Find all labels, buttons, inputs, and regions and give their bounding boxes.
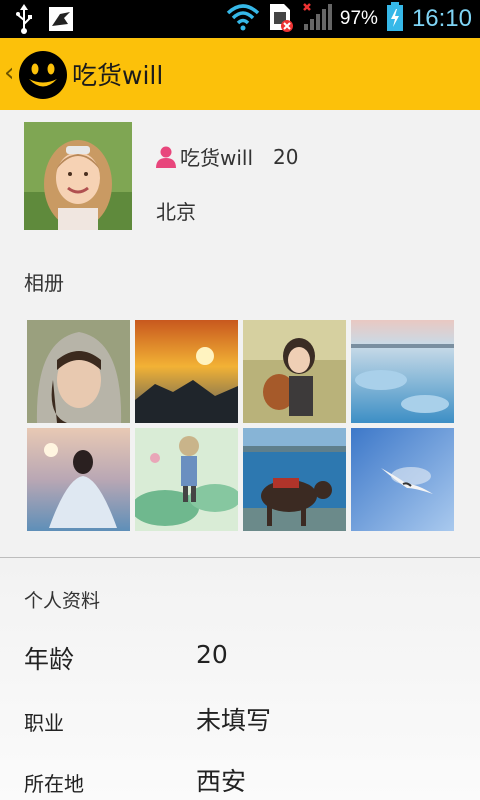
- user-line: 吃货will 20: [156, 142, 298, 171]
- wifi-icon: [226, 3, 260, 35]
- sim-error-icon: [268, 2, 294, 36]
- username: 吃货will: [180, 146, 254, 170]
- album-photo-girl-with-teddy[interactable]: [243, 320, 346, 423]
- user-icon: [156, 146, 176, 168]
- page-title: 吃货will: [72, 61, 164, 90]
- info-label-location: 所在地: [24, 772, 84, 796]
- back-chevron-icon[interactable]: ‹: [4, 58, 14, 88]
- info-value-location: 西安: [196, 767, 247, 796]
- album-photo-anime-girl-lotus[interactable]: [135, 428, 238, 531]
- info-label-age: 年龄: [24, 645, 75, 674]
- album-photo-girl-in-white-dress[interactable]: [27, 428, 130, 531]
- album-photo-sunset-rocks[interactable]: [135, 320, 238, 423]
- album-photo-seagull-sky[interactable]: [351, 428, 454, 531]
- usb-icon: [14, 4, 34, 38]
- info-label-occupation: 职业: [24, 711, 64, 735]
- smiley-logo-icon[interactable]: [18, 50, 68, 100]
- battery-icon: [386, 2, 404, 36]
- action-bar: ‹ 吃货will: [0, 38, 480, 110]
- info-value-occupation: 未填写: [196, 706, 272, 735]
- album-photo-frozen-lake[interactable]: [351, 320, 454, 423]
- bird-app-icon: [48, 6, 74, 36]
- avatar[interactable]: [24, 122, 132, 230]
- status-bar: 97% 16:10: [0, 0, 480, 38]
- signal-icon: [302, 2, 332, 36]
- album-photo-yak-at-lake[interactable]: [243, 428, 346, 531]
- album-photo-girl-in-hood[interactable]: [27, 320, 130, 423]
- city: 北京: [156, 200, 196, 224]
- info-value-age: 20: [196, 640, 228, 669]
- battery-percent: 97%: [339, 8, 378, 29]
- clock: 16:10: [411, 5, 472, 32]
- age-inline: 20: [273, 144, 299, 169]
- info-title: 个人资料: [24, 590, 101, 612]
- album-title: 相册: [24, 271, 64, 295]
